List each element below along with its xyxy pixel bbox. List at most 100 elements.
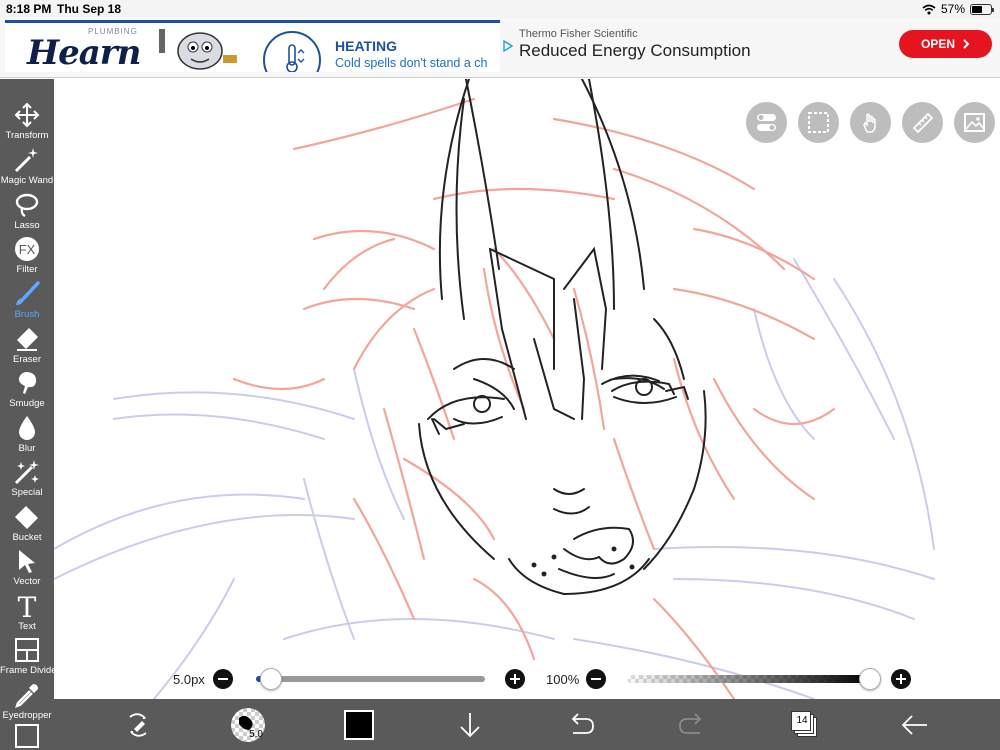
reference-image-button[interactable] [954,102,995,143]
tool-label: Magic Wand [0,175,54,186]
brush-eraser-swap-icon [129,713,147,737]
ad-thermostat-icon [263,31,321,72]
undo-icon [571,713,594,734]
svg-text:T: T [18,592,37,620]
brush-settings-bar: 5.0px 100% [54,660,1000,698]
hand-icon [863,113,876,133]
hand-button[interactable] [850,102,891,143]
ad-banner[interactable]: Hearn PLUMBING HEATING Cold spells don't… [0,18,1000,78]
wifi-icon [922,4,936,14]
status-right: 57% [922,2,994,16]
tool-label: Special [11,487,43,498]
drawing-canvas[interactable] [54,79,1000,699]
ruler-button[interactable] [902,102,943,143]
tool-label: Vector [13,576,41,587]
lasso-icon [15,193,39,217]
opacity-decrease-button[interactable] [586,669,606,689]
undo-button[interactable] [564,708,598,742]
ad-headline[interactable]: Reduced Energy Consumption [519,41,751,61]
status-bar: 8:18 PM Thu Sep 18 57% [0,0,1000,18]
tool-transform[interactable]: Transform [0,99,54,143]
eyedropper-icon [15,684,38,708]
text-icon: T [18,592,37,620]
droplet-icon [19,416,35,440]
tool-filter[interactable]: FX Filter [0,233,54,277]
tool-magic-wand[interactable]: Magic Wand [0,144,54,188]
battery-percent: 57% [940,2,965,16]
ad-subtext: Cold spells don't stand a ch [335,56,488,70]
eraser-icon [17,328,38,351]
tool-label: Blur [18,443,36,454]
ad-choices-icon[interactable] [503,40,513,52]
tool-eyedropper[interactable]: Eyedropper [0,679,54,723]
selection-button[interactable] [798,102,839,143]
toggle-button[interactable] [746,102,787,143]
brush-size-slider-knob[interactable] [259,668,282,690]
tool-bucket[interactable]: Bucket [0,501,54,545]
brush-preview-button[interactable]: 5.0 [231,708,265,742]
chevron-right-icon [963,39,970,49]
swap-tool-button[interactable] [121,708,155,742]
redo-icon [679,713,702,734]
arrow-down-icon [460,713,480,738]
ink-lineart-layer [418,79,707,596]
image-icon [964,113,985,132]
tool-label: Lasso [14,220,40,231]
opacity-slider[interactable] [627,675,870,683]
tool-label: Eyedropper [2,710,52,721]
bottom-toolbar: 5.0 14 [54,699,1000,750]
red-sketch-layer [232,97,836,699]
tool-brush[interactable]: Brush [0,278,54,322]
tool-label: Smudge [9,398,45,409]
tool-label: Eraser [13,354,41,365]
ad-heading: HEATING [335,38,397,54]
bucket-icon [15,506,38,529]
opacity-label: 100% [546,672,580,687]
tool-more[interactable] [15,724,39,748]
svg-text:FX: FX [19,242,36,257]
move-arrows-icon [14,102,40,128]
brush-size-increase-button[interactable] [505,669,525,689]
blue-sketch-layer [54,258,935,699]
ad-logo: Hearn [27,33,141,72]
layers-icon: 14 [791,711,811,731]
status-time: 8:18 PM [6,2,52,16]
color-swatch-button[interactable] [344,710,374,740]
sparkle-icon [14,460,39,485]
tool-frame-divider[interactable]: Frame Divider [0,634,60,678]
tool-lasso[interactable]: Lasso [0,189,54,233]
cursor-icon [19,550,35,573]
ad-sponsor: Thermo Fisher Scientific [519,28,638,40]
tool-vector[interactable]: Vector [0,545,54,589]
ad-left-creative[interactable]: Hearn PLUMBING HEATING Cold spells don't… [5,20,500,72]
ad-open-button[interactable]: OPEN [899,30,992,58]
download-button[interactable] [453,708,487,742]
tool-blur[interactable]: Blur [0,412,54,456]
redo-button[interactable] [675,708,709,742]
tool-text[interactable]: T Text [0,590,54,634]
brush-icon [16,281,40,305]
tool-special[interactable]: Special [0,456,54,500]
opacity-increase-button[interactable] [891,669,911,689]
ad-logo-sub: PLUMBING [88,27,138,36]
tool-eraser[interactable]: Eraser [0,323,54,367]
tool-label: Filter [16,264,38,275]
toggle-icon [757,114,776,131]
status-date: Thu Sep 18 [57,2,122,16]
ruler-icon [912,112,934,134]
frame-icon [15,638,39,662]
smudge-icon [18,372,37,394]
ad-mascot-image [159,29,237,70]
left-toolbar: Transform Magic Wand Lasso FX Filter Bru… [0,79,60,750]
tool-label: Transform [5,130,49,141]
brush-number: 5.0 [249,729,263,740]
brush-size-decrease-button[interactable] [213,669,233,689]
layers-button[interactable]: 14 [791,711,817,737]
sketch-artwork [54,79,935,699]
opacity-slider-knob[interactable] [859,668,881,690]
back-button[interactable] [898,708,932,742]
app-root: 8:18 PM Thu Sep 18 57% Hearn PLUMBING HE… [0,0,1000,750]
tool-label: Bucket [12,532,42,543]
brush-size-slider[interactable] [256,676,485,682]
tool-smudge[interactable]: Smudge [0,367,54,411]
